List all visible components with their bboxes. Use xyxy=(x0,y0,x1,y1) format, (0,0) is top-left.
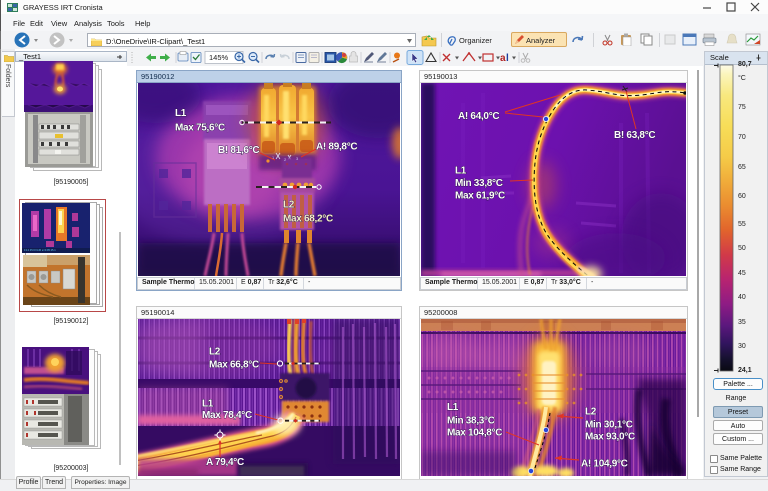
svg-text:A! 64,0°C: A! 64,0°C xyxy=(458,111,499,122)
svg-text:L2: L2 xyxy=(209,347,221,358)
svg-text:Max 78,4°C: Max 78,4°C xyxy=(202,410,252,421)
svg-text:Min 33,8°C: Min 33,8°C xyxy=(455,178,503,189)
svg-text:L2: L2 xyxy=(283,200,295,211)
svg-text:Min 38,3°C: Min 38,3°C xyxy=(447,416,495,427)
svg-text:145%: 145% xyxy=(209,53,229,62)
svg-text:l: l xyxy=(506,53,509,64)
svg-text:Max 66,8°C: Max 66,8°C xyxy=(209,360,259,371)
svg-text:Max 93,0°C: Max 93,0°C xyxy=(585,432,635,443)
svg-text:13.2 45.6 FLIR e=0.95 25.1: 13.2 45.6 FLIR e=0.95 25.1 xyxy=(24,248,56,252)
svg-text:L1: L1 xyxy=(447,402,459,413)
svg-text:Max 68,2°C: Max 68,2°C xyxy=(283,214,333,225)
svg-text:A! 104,9°C: A! 104,9°C xyxy=(581,459,628,470)
svg-text:A! 89,8°C: A! 89,8°C xyxy=(316,142,357,153)
svg-text:B! 63,8°C: B! 63,8°C xyxy=(614,130,655,141)
svg-text:Min 30,1°C: Min 30,1°C xyxy=(585,420,633,431)
svg-text:A 79,4°C: A 79,4°C xyxy=(206,457,244,468)
svg-text:B! 81,6°C: B! 81,6°C xyxy=(218,145,259,156)
svg-text:Max 104,8°C: Max 104,8°C xyxy=(447,428,502,439)
svg-text:Max 75,6°C: Max 75,6°C xyxy=(175,123,225,134)
svg-text:L1: L1 xyxy=(455,166,467,177)
svg-text:L1: L1 xyxy=(202,399,214,410)
svg-text:L2: L2 xyxy=(585,407,597,418)
svg-text:Max 61,9°C: Max 61,9°C xyxy=(455,191,505,202)
svg-text:L1: L1 xyxy=(175,108,187,119)
